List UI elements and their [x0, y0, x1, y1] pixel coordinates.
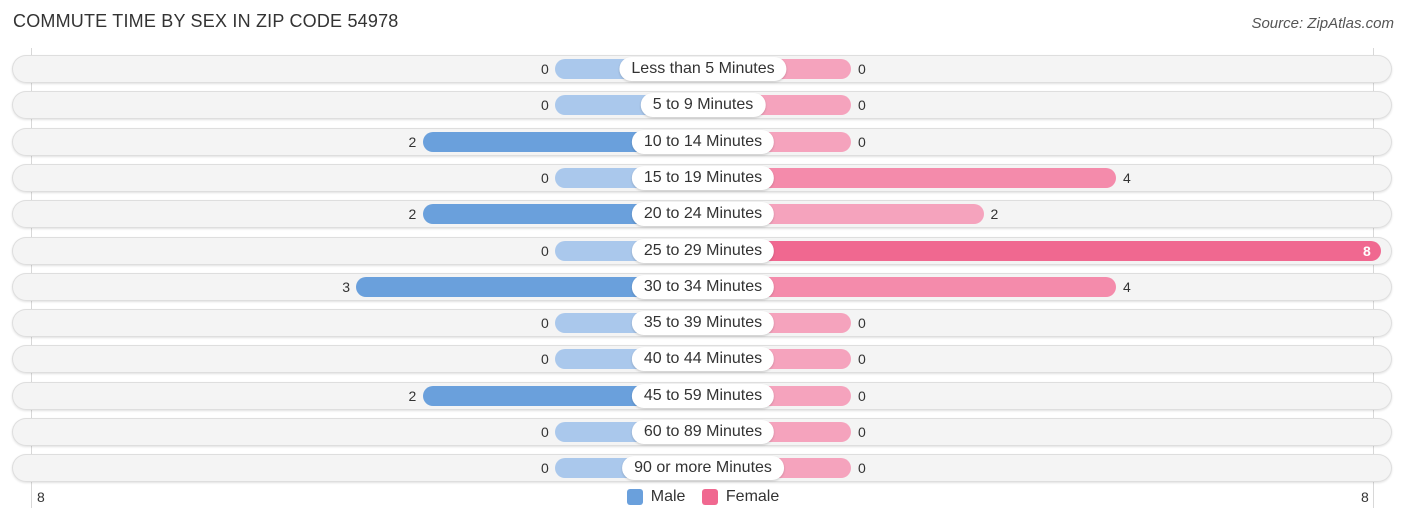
- female-value-label: 2: [990, 206, 999, 223]
- female-value-label: 0: [858, 61, 866, 77]
- legend: Male Female: [0, 488, 1406, 510]
- male-value-label: 2: [408, 387, 417, 404]
- female-value-label: 0: [858, 97, 866, 114]
- male-value-label: 0: [541, 97, 549, 114]
- legend-item-female: Female: [701, 488, 780, 506]
- female-value-label: 4: [1123, 278, 1131, 295]
- category-label: 45 to 59 Minutes: [631, 383, 775, 408]
- category-label: 90 or more Minutes: [622, 456, 784, 481]
- category-label: 15 to 19 Minutes: [631, 165, 775, 190]
- category-label: 10 to 14 Minutes: [631, 129, 775, 154]
- female-value-label: 4: [1123, 169, 1131, 186]
- female-value-label: 0: [858, 351, 866, 368]
- category-label: Less than 5 Minutes: [619, 57, 787, 81]
- legend-item-male: Male: [626, 488, 686, 506]
- female-value-label: 0: [858, 315, 866, 332]
- category-label: 35 to 39 Minutes: [631, 311, 775, 336]
- male-value-label: 0: [541, 169, 549, 186]
- female-value-label: 0: [858, 424, 866, 440]
- source-label: Source: ZipAtlas.com: [1251, 15, 1394, 32]
- category-label: 40 to 44 Minutes: [631, 347, 775, 372]
- category-label: 30 to 34 Minutes: [631, 274, 775, 299]
- female-value-label: 0: [858, 387, 866, 404]
- male-value-label: 3: [342, 278, 351, 295]
- male-value-label: 0: [541, 424, 549, 440]
- female-value-label: 0: [858, 133, 866, 150]
- category-label: 20 to 24 Minutes: [631, 202, 775, 227]
- female-bar: [703, 240, 1381, 261]
- legend-label-female: Female: [725, 488, 780, 505]
- female-value-label-inside: 8: [1363, 242, 1371, 259]
- legend-swatch-female: [701, 489, 718, 505]
- legend-swatch-male: [626, 489, 643, 505]
- male-value-label: 0: [541, 242, 549, 259]
- category-label: 25 to 29 Minutes: [631, 238, 775, 263]
- chart-title: COMMUTE TIME BY SEX IN ZIP CODE 54978: [13, 11, 399, 31]
- male-value-label: 0: [541, 61, 549, 77]
- male-value-label: 0: [541, 315, 549, 332]
- category-label: 5 to 9 Minutes: [640, 93, 766, 118]
- male-value-label: 0: [541, 351, 549, 368]
- female-value-label: 0: [858, 460, 866, 477]
- male-value-label: 2: [408, 133, 417, 150]
- male-value-label: 0: [541, 460, 549, 477]
- legend-label-male: Male: [650, 488, 686, 505]
- category-label: 60 to 89 Minutes: [631, 420, 775, 444]
- male-value-label: 2: [408, 206, 417, 223]
